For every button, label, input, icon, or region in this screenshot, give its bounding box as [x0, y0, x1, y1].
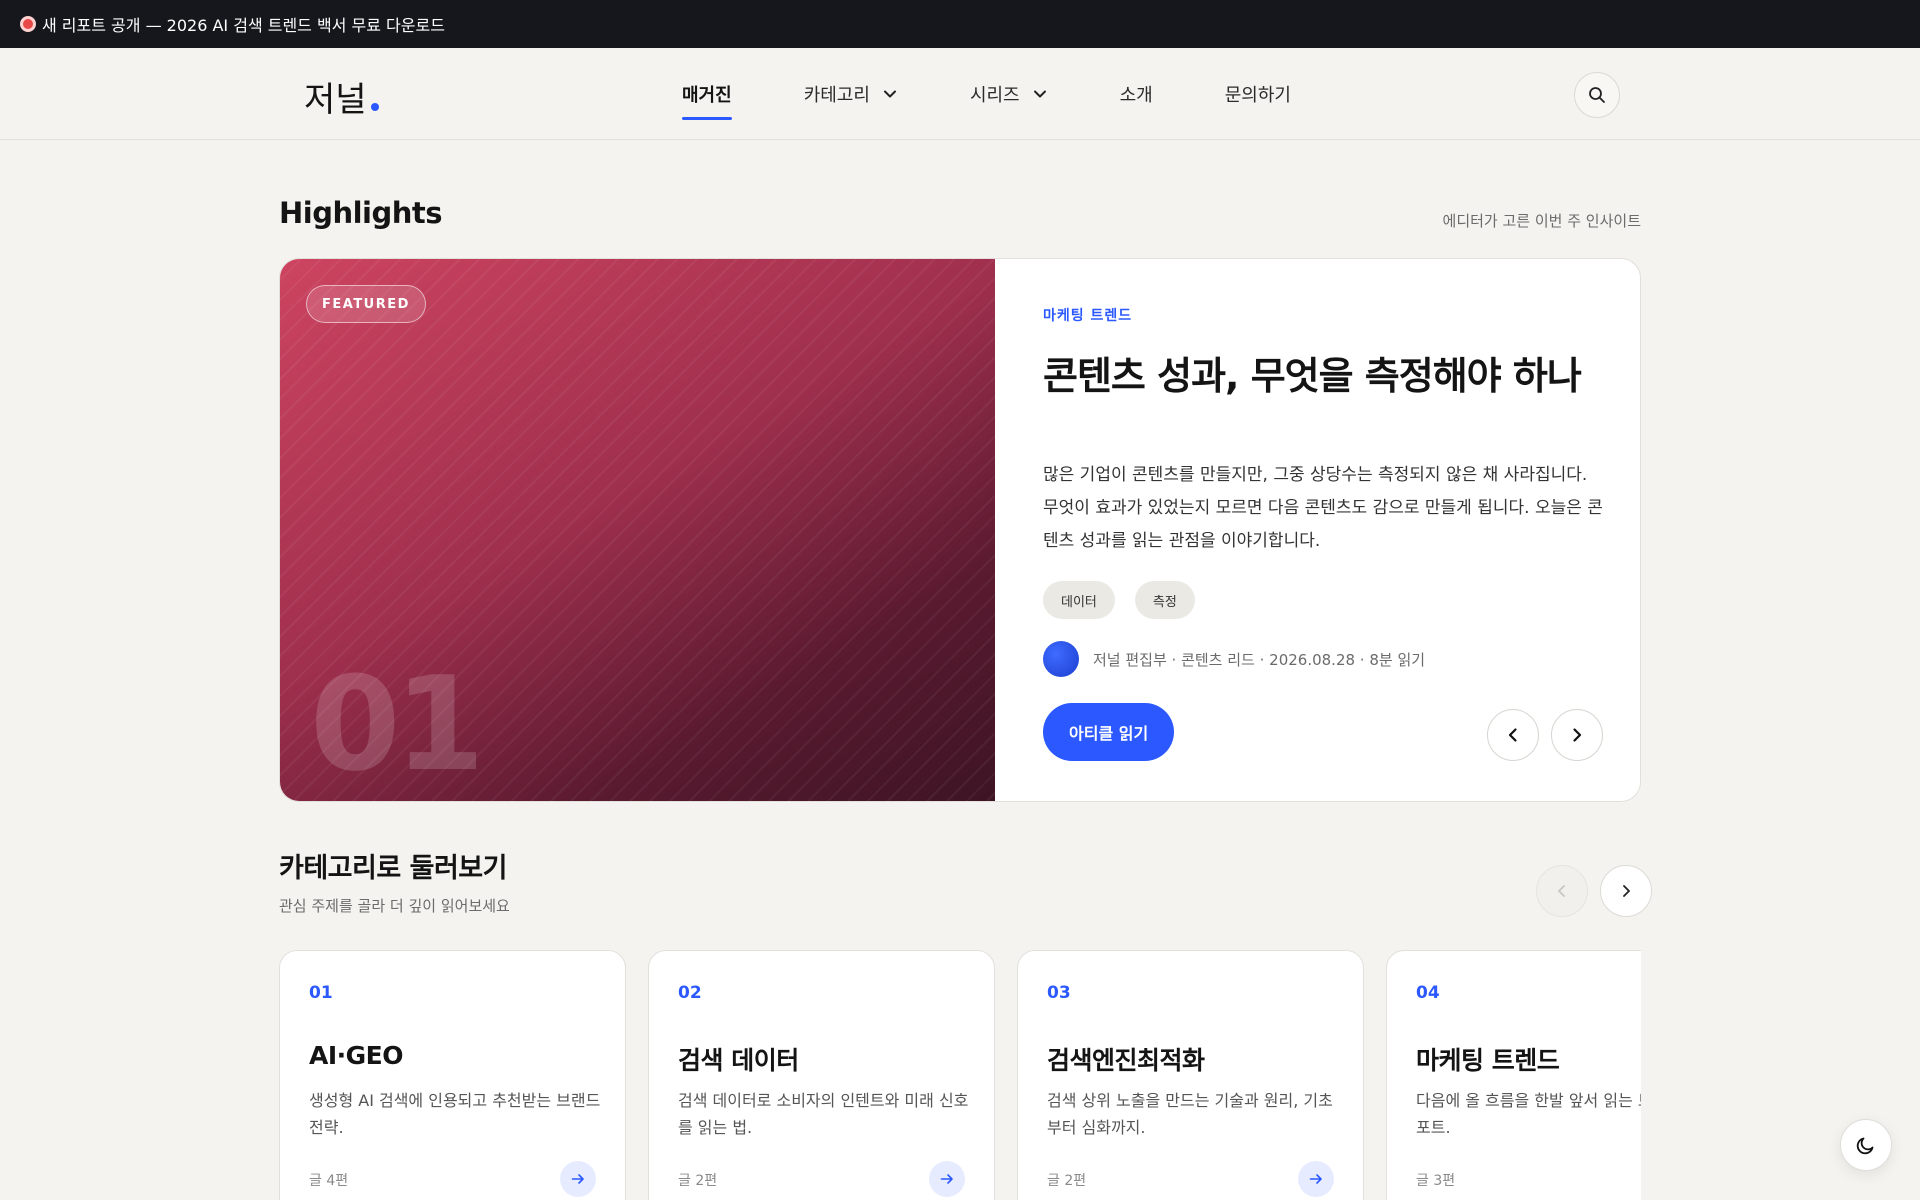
featured-title[interactable]: 콘텐츠 성과, 무엇을 측정해야 하나 — [1043, 345, 1582, 400]
category-card-seo[interactable]: 03 검색엔진최적화 검색 상위 노출을 만드는 기술과 원리, 기초부터 심화… — [1017, 950, 1364, 1200]
category-number: 01 — [309, 983, 333, 1003]
category-cards: 01 AI·GEO 생성형 AI 검색에 인용되고 추천받는 브랜드 전략. 글… — [279, 950, 1641, 1200]
categories-subtitle: 관심 주제를 골라 더 깊이 읽어보세요 — [279, 897, 510, 915]
chevron-right-icon — [1573, 728, 1582, 742]
category-title: 검색엔진최적화 — [1047, 1046, 1205, 1075]
featured-article-card: FEATURED 01 마케팅 트렌드 콘텐츠 성과, 무엇을 측정해야 하나 … — [279, 258, 1641, 802]
announcement-bar[interactable]: 새 리포트 공개 — 2026 AI 검색 트렌드 백서 무료 다운로드 — [0, 0, 1920, 48]
prev-featured-button[interactable] — [1487, 709, 1539, 761]
category-card-search-data[interactable]: 02 검색 데이터 검색 데이터로 소비자의 인텐트와 미래 신호를 읽는 법.… — [648, 950, 995, 1200]
nav-item-magazine[interactable]: 매거진 — [682, 48, 732, 140]
moon-icon — [1856, 1137, 1874, 1155]
highlights-subtitle: 에디터가 고른 이번 주 인사이트 — [1442, 212, 1641, 230]
arrow-right-icon — [940, 1174, 953, 1184]
categories-prev-button[interactable] — [1536, 865, 1588, 917]
category-number: 04 — [1416, 983, 1440, 1003]
highlights-title: Highlights — [279, 196, 443, 230]
nav-item-label: 문의하기 — [1224, 85, 1291, 106]
nav-item-contact[interactable]: 문의하기 — [1225, 48, 1291, 140]
nav-item-label: 소개 — [1119, 85, 1153, 106]
category-number: 02 — [678, 983, 702, 1003]
categories-next-button[interactable] — [1600, 865, 1652, 917]
search-icon — [1589, 87, 1605, 103]
search-button[interactable] — [1574, 72, 1620, 118]
featured-number: 01 — [310, 648, 485, 800]
author-avatar — [1043, 641, 1079, 677]
category-description: 생성형 AI 검색에 인용되고 추천받는 브랜드 전략. — [309, 1091, 601, 1137]
chevron-left-icon — [1508, 728, 1517, 742]
nav-item-series[interactable]: 시리즈 — [970, 48, 1048, 140]
next-featured-button[interactable] — [1551, 709, 1603, 761]
category-open-button[interactable] — [1298, 1161, 1334, 1197]
category-post-count: 글 3편 — [1416, 1173, 1456, 1189]
featured-meta-text: 저널 편집부 · 콘텐츠 리드 · 2026.08.28 · 8분 읽기 — [1093, 650, 1426, 669]
chevron-down-icon — [883, 90, 896, 98]
nav-item-about[interactable]: 소개 — [1120, 48, 1153, 140]
category-card-ai-geo[interactable]: 01 AI·GEO 생성형 AI 검색에 인용되고 추천받는 브랜드 전략. 글… — [279, 950, 626, 1200]
category-title: 검색 데이터 — [678, 1046, 799, 1075]
arrow-right-icon — [571, 1174, 584, 1184]
site-logo[interactable]: 저널 — [304, 72, 379, 121]
category-card-marketing-trend[interactable]: 04 마케팅 트렌드 다음에 올 흐름을 한발 앞서 읽는 트렌드 리포트. 글… — [1386, 950, 1641, 1200]
chevron-left-icon — [1558, 885, 1565, 897]
nav-item-label: 카테고리 — [803, 85, 870, 106]
chevron-down-icon — [1033, 90, 1046, 98]
tag-measure[interactable]: 측정 — [1134, 581, 1195, 619]
category-post-count: 글 4편 — [309, 1173, 349, 1189]
category-description: 검색 상위 노출을 만드는 기술과 원리, 기초부터 심화까지. — [1047, 1091, 1333, 1137]
site-header: 저널 매거진 카테고리 시리즈 소개 문의하기 — [0, 48, 1920, 140]
featured-meta: 저널 편집부 · 콘텐츠 리드 · 2026.08.28 · 8분 읽기 — [1043, 641, 1425, 677]
logo-text: 저널 — [304, 80, 367, 120]
category-description: 다음에 올 흐름을 한발 앞서 읽는 트렌드 리포트. — [1416, 1091, 1641, 1137]
category-title: 마케팅 트렌드 — [1416, 1046, 1560, 1075]
logo-dot — [370, 103, 379, 111]
chevron-right-icon — [1623, 885, 1630, 897]
featured-badge: FEATURED — [306, 285, 426, 323]
announcement-text[interactable]: 새 리포트 공개 — 2026 AI 검색 트렌드 백서 무료 다운로드 — [42, 12, 445, 36]
categories-title: 카테고리로 둘러보기 — [279, 853, 507, 884]
category-post-count: 글 2편 — [1047, 1173, 1087, 1189]
featured-image[interactable]: FEATURED 01 — [280, 259, 995, 801]
featured-description: 많은 기업이 콘텐츠를 만들지만, 그중 상당수는 측정되지 않은 채 사라집니… — [1043, 465, 1603, 551]
nav-item-category[interactable]: 카테고리 — [804, 48, 898, 140]
tag-data[interactable]: 데이터 — [1043, 581, 1115, 619]
nav-item-label: 매거진 — [682, 85, 732, 106]
arrow-right-icon — [1309, 1174, 1322, 1184]
main-nav: 매거진 카테고리 시리즈 소개 문의하기 — [682, 48, 1363, 140]
featured-body: 마케팅 트렌드 콘텐츠 성과, 무엇을 측정해야 하나 많은 기업이 콘텐츠를 … — [1043, 259, 1603, 801]
category-open-button[interactable] — [929, 1161, 965, 1197]
category-open-button[interactable] — [560, 1161, 596, 1197]
category-number: 03 — [1047, 983, 1071, 1003]
read-article-button[interactable]: 아티클 읽기 — [1043, 703, 1175, 761]
category-post-count: 글 2편 — [678, 1173, 718, 1189]
nav-item-label: 시리즈 — [969, 85, 1020, 106]
featured-carousel-controls — [1475, 709, 1603, 761]
categories-carousel-controls — [1524, 865, 1652, 917]
featured-tags: 데이터 측정 — [1043, 581, 1215, 619]
target-icon — [20, 16, 36, 32]
theme-toggle-button[interactable] — [1840, 1119, 1892, 1171]
category-description: 검색 데이터로 소비자의 인텐트와 미래 신호를 읽는 법. — [678, 1091, 969, 1137]
category-title: AI·GEO — [309, 1041, 404, 1070]
featured-category[interactable]: 마케팅 트렌드 — [1043, 305, 1132, 325]
